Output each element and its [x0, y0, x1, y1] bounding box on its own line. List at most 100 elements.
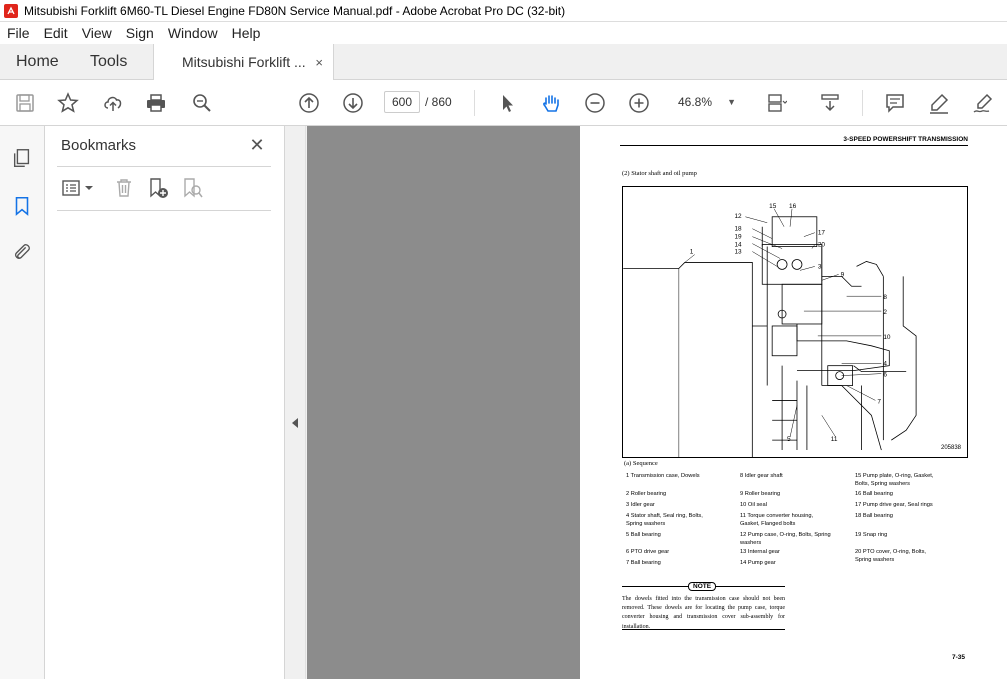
diagram-label-18: 18 [734, 226, 742, 233]
highlight-icon[interactable] [926, 90, 952, 116]
page-up-icon[interactable] [296, 90, 322, 116]
cloud-upload-icon[interactable] [100, 90, 126, 116]
select-arrow-icon[interactable] [494, 90, 520, 116]
sequence-item: 17 Pump drive gear, Seal rings [855, 502, 933, 508]
tab-home[interactable]: Home [0, 44, 74, 79]
diagram-label-2: 2 [883, 309, 887, 316]
sequence-title: (a) Sequence [624, 460, 658, 467]
diagram-label-3: 3 [818, 263, 822, 270]
note-text: The dowels fitted into the transmission … [622, 596, 785, 630]
chevron-left-icon [292, 418, 298, 428]
window-title: Mitsubishi Forklift 6M60-TL Diesel Engin… [24, 3, 566, 18]
pdf-page: 3-SPEED POWERSHIFT TRANSMISSION (2) Stat… [580, 126, 1007, 679]
sequence-item: 14 Pump gear [740, 560, 776, 566]
sequence-item: 15 Pump plate, O-ring, Gasket, Bolts, Sp… [855, 473, 934, 487]
bookmark-search-icon[interactable] [179, 176, 205, 200]
diagram-label-17: 17 [818, 230, 826, 237]
sequence-item: 19 Snap ring [855, 532, 888, 538]
sequence-item: 4 Stator shaft, Seal ring, Bolts, Spring… [626, 513, 703, 527]
options-menu-icon[interactable] [59, 176, 99, 200]
sequence-item: 16 Ball bearing [855, 491, 893, 497]
sequence-item: 8 Idler gear shaft [740, 473, 783, 479]
diagram-label-12: 12 [734, 213, 742, 220]
close-icon[interactable]: × [315, 55, 323, 70]
menu-help[interactable]: Help [225, 25, 268, 41]
transmission-diagram: 1 2 3 4 5 6 7 8 9 10 11 12 13 14 15 16 1… [622, 186, 968, 458]
page-header: 3-SPEED POWERSHIFT TRANSMISSION [620, 136, 968, 146]
diagram-label-10: 10 [883, 334, 891, 341]
menu-window[interactable]: Window [161, 25, 225, 41]
page-down-icon[interactable] [340, 90, 366, 116]
section-subtitle: (2) Stator shaft and oil pump [622, 170, 697, 177]
diagram-label-9: 9 [841, 271, 845, 278]
divider [622, 629, 785, 630]
zoom-value: 46.8% [678, 95, 713, 109]
page-number-input[interactable]: 600 [384, 91, 420, 113]
tab-document-label: Mitsubishi Forklift ... [182, 54, 306, 70]
diagram-label-7: 7 [877, 398, 881, 405]
tab-tools[interactable]: Tools [74, 44, 154, 79]
diagram-label-4: 4 [883, 361, 887, 368]
sequence-item: 1 Transmission case, Dowels [626, 473, 700, 479]
comment-icon[interactable] [882, 90, 908, 116]
sequence-item: 9 Roller bearing [740, 491, 781, 497]
sequence-item: 12 Pump case, O-ring, Bolts, Spring wash… [740, 532, 831, 546]
title-bar: Mitsubishi Forklift 6M60-TL Diesel Engin… [0, 0, 1007, 22]
tab-bar: Home Tools Mitsubishi Forklift ... × [0, 44, 1007, 80]
sequence-item: 13 Internal gear [740, 549, 780, 555]
sequence-item: 6 PTO drive gear [626, 549, 670, 555]
sequence-item: 3 Idler gear [626, 502, 655, 508]
diagram-label-19: 19 [734, 234, 742, 241]
diagram-label-6: 6 [883, 372, 887, 379]
page-number: 7-35 [952, 654, 966, 661]
diagram-label-13: 13 [734, 249, 742, 256]
panel-collapse-handle[interactable] [286, 126, 306, 679]
previous-page-area [307, 126, 580, 679]
diagram-code: 205838 [941, 445, 962, 451]
diagram-label-20: 20 [818, 242, 826, 249]
save-icon[interactable] [12, 90, 38, 116]
menu-sign[interactable]: Sign [119, 25, 161, 41]
zoom-out-icon[interactable] [582, 90, 608, 116]
sequence-item: 18 Ball bearing [855, 513, 893, 519]
toolbar-divider [474, 90, 475, 116]
page-total: / 860 [425, 95, 452, 109]
menu-view[interactable]: View [75, 25, 119, 41]
diagram-label-8: 8 [883, 294, 887, 301]
adobe-acrobat-icon [4, 3, 18, 18]
menu-edit[interactable]: Edit [37, 25, 75, 41]
attachment-icon[interactable] [10, 240, 34, 264]
diagram-label-11: 11 [831, 436, 838, 443]
page-thumbnails-icon[interactable] [10, 146, 34, 170]
sign-icon[interactable] [970, 90, 996, 116]
chevron-down-icon: ▼ [727, 97, 736, 107]
diagram-label-16: 16 [789, 203, 797, 210]
toolbar [0, 80, 1007, 126]
menu-bar: File Edit View Sign Window Help [0, 22, 1007, 44]
bookmark-icon[interactable] [10, 194, 34, 218]
close-icon[interactable]: ✕ [247, 136, 267, 156]
page-display-icon[interactable] [763, 90, 789, 116]
divider [57, 210, 271, 211]
hand-icon[interactable] [538, 90, 564, 116]
sequence-item: 2 Roller bearing [626, 491, 667, 497]
search-zoom-icon[interactable] [189, 90, 215, 116]
add-bookmark-icon[interactable] [145, 176, 171, 200]
tab-document[interactable]: Mitsubishi Forklift ... × [154, 44, 334, 80]
menu-file[interactable]: File [0, 25, 37, 41]
star-icon[interactable] [55, 90, 81, 116]
print-icon[interactable] [143, 90, 169, 116]
note-label: NOTE [688, 582, 717, 591]
bookmarks-panel: Bookmarks ✕ [45, 126, 285, 679]
bookmarks-title: Bookmarks [61, 137, 137, 154]
zoom-in-icon[interactable] [626, 90, 652, 116]
diagram-label-5: 5 [787, 436, 791, 443]
zoom-select[interactable]: 46.8% ▼ [670, 91, 742, 113]
scroll-mode-icon[interactable] [817, 90, 843, 116]
sequence-item: 5 Ball bearing [626, 532, 661, 538]
sequence-item: 7 Ball bearing [626, 560, 661, 566]
left-rail [0, 126, 45, 679]
trash-icon[interactable] [111, 176, 137, 200]
sequence-item: 10 Oil seal [740, 502, 767, 508]
divider [57, 166, 271, 167]
